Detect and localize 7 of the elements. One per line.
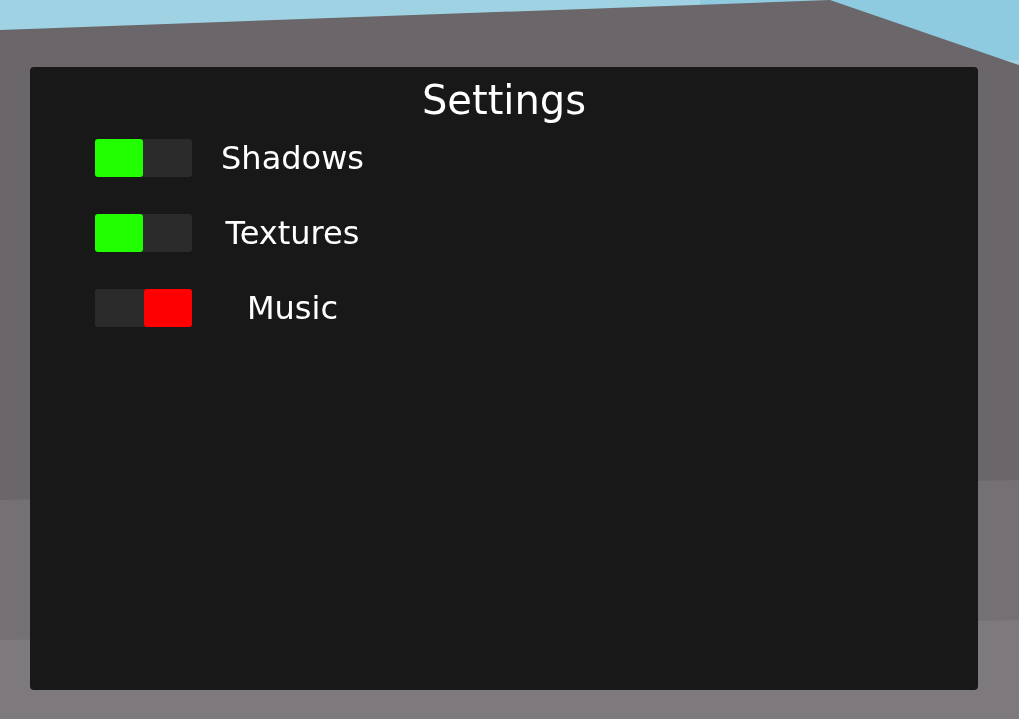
toggle-switch[interactable] <box>95 289 192 327</box>
setting-label: Shadows <box>220 139 365 177</box>
toggle-switch[interactable] <box>95 139 192 177</box>
setting-label: Music <box>245 289 339 327</box>
panel-title: Settings <box>421 76 587 125</box>
setting-label: Textures <box>224 214 361 252</box>
toggle-switch[interactable] <box>95 214 192 252</box>
